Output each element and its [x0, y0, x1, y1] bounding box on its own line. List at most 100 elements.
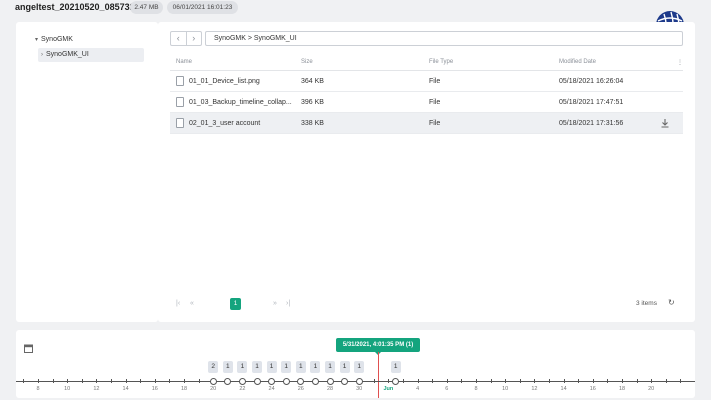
version-count-badge[interactable]: 1: [325, 361, 335, 373]
backup-timeline[interactable]: 5/31/2021, 4:01:35 PM (1) 8 10 12 14 16 18 20 2…: [16, 330, 695, 398]
version-count-badge[interactable]: 1: [252, 361, 262, 373]
timeline-tick: [154, 379, 156, 383]
timeline-tick: [665, 379, 667, 383]
column-file-type[interactable]: File Type: [429, 59, 453, 65]
timeline-tick-label: 30: [356, 386, 363, 392]
timeline-tick: [549, 379, 550, 383]
timeline-tick: [534, 379, 536, 383]
tree-item-root[interactable]: ▾ SynoGMK: [35, 36, 73, 43]
refresh-icon[interactable]: ↻: [668, 298, 675, 307]
timeline-tick-label: 28: [326, 386, 334, 392]
datetime-badge: 06/01/2021 16:01:23: [167, 1, 238, 14]
timeline-tick: [519, 379, 521, 383]
file-icon: [176, 118, 184, 128]
timeline-tick: [607, 379, 609, 383]
file-table: Name Size File Type Modified Date ⋮ 01_0…: [170, 55, 683, 134]
backup-version-node[interactable]: [297, 378, 305, 385]
table-row[interactable]: 01_01_Device_list.png 364 KB File 05/18/…: [170, 71, 683, 92]
timeline-tick-label: 24: [268, 386, 275, 392]
version-count-badge[interactable]: 1: [222, 361, 233, 373]
pagination: |‹ « 1 » ›| 3 items ↻: [170, 298, 683, 312]
backup-version-node[interactable]: [238, 378, 246, 385]
backup-version-node[interactable]: [253, 378, 261, 385]
timeline-tick: [651, 379, 653, 383]
prev-page-icon[interactable]: «: [190, 300, 194, 307]
next-page-icon[interactable]: »: [273, 300, 277, 307]
version-count-badge[interactable]: 2: [208, 361, 219, 373]
backup-version-node[interactable]: [355, 378, 363, 385]
version-count-badge[interactable]: 1: [339, 361, 350, 373]
column-name[interactable]: Name: [176, 59, 192, 65]
version-count-badge[interactable]: 1: [390, 361, 401, 373]
column-options-icon[interactable]: ⋮: [677, 59, 683, 66]
path-bar[interactable]: SynoGMK > SynoGMK_UI: [205, 31, 683, 46]
file-size: 364 KB: [301, 78, 324, 85]
backup-title: angeltest_20210520_085732: [15, 2, 135, 12]
file-browser-panel: ‹ › SynoGMK > SynoGMK_UI Name Size File …: [158, 22, 695, 322]
timeline-tick-label: Jun: [383, 386, 394, 392]
chevron-right-icon[interactable]: ›: [187, 32, 202, 45]
table-header: Name Size File Type Modified Date ⋮: [170, 55, 683, 71]
timeline-tick: [52, 379, 54, 383]
timeline-tick-label: 20: [210, 386, 217, 392]
table-row-selected[interactable]: 02_01_3_user account 338 KB File 05/18/2…: [170, 113, 683, 134]
timeline-tick: [81, 379, 83, 383]
file-type: File: [429, 120, 441, 127]
timeline-tick-label: 6: [445, 386, 449, 392]
backup-version-node[interactable]: [392, 378, 400, 385]
version-count-badge[interactable]: 1: [266, 361, 277, 373]
backup-version-node[interactable]: [209, 378, 217, 385]
table-row[interactable]: 01_03_Backup_timeline_collap... 396 KB F…: [170, 92, 683, 113]
file-icon: [176, 97, 184, 107]
backup-version-node[interactable]: [224, 378, 232, 385]
timeline-tick-label: 8: [36, 386, 40, 392]
version-count-badge[interactable]: 1: [281, 361, 292, 373]
backup-version-node[interactable]: [268, 378, 276, 385]
file-name: 01_03_Backup_timeline_collap...: [189, 99, 292, 106]
timeline-tick-label: 14: [560, 386, 567, 392]
first-page-icon[interactable]: |‹: [176, 300, 180, 307]
timeline-tick: [184, 379, 185, 383]
selected-version-tooltip: 5/31/2021, 4:01:35 PM (1): [336, 338, 420, 355]
file-icon: [176, 76, 184, 86]
column-modified-date[interactable]: Modified Date: [559, 59, 596, 65]
item-count: 3 items: [636, 300, 657, 307]
timeline-tick: [476, 379, 477, 383]
current-page[interactable]: 1: [230, 298, 241, 310]
backup-version-node[interactable]: [341, 378, 349, 385]
backup-version-node[interactable]: [326, 378, 334, 385]
timeline-tick: [461, 379, 463, 383]
timeline-tick: [636, 379, 638, 383]
timeline-tick: [563, 379, 565, 383]
caret-right-icon[interactable]: ›: [41, 48, 43, 62]
timeline-tick-label: 22: [239, 386, 246, 392]
backup-version-node[interactable]: [282, 378, 290, 385]
timeline-tick: [38, 379, 39, 383]
timeline-tick: [505, 379, 507, 383]
calendar-icon[interactable]: [24, 344, 33, 353]
file-date: 05/18/2021 17:31:56: [559, 120, 624, 127]
timeline-tick: [490, 379, 492, 383]
file-date: 05/18/2021 16:26:04: [559, 78, 624, 85]
version-count-badge[interactable]: 1: [237, 361, 248, 373]
timeline-tick-label: 14: [122, 386, 129, 392]
tree-item-selected[interactable]: › SynoGMK_UI: [38, 48, 144, 62]
last-page-icon[interactable]: ›|: [286, 300, 290, 307]
timeline-tick-label: 8: [474, 386, 478, 392]
file-date: 05/18/2021 17:47:51: [559, 99, 624, 106]
timeline-tick: [140, 379, 142, 383]
column-size[interactable]: Size: [301, 59, 313, 65]
download-icon[interactable]: [660, 118, 670, 128]
nav-buttons: ‹ ›: [170, 31, 202, 46]
version-count-badge[interactable]: 1: [310, 361, 321, 373]
version-count-badge[interactable]: 1: [354, 361, 365, 373]
version-count-badge[interactable]: 1: [295, 361, 306, 373]
header: angeltest_20210520_085732 2.47 MB 06/01/…: [0, 0, 711, 16]
timeline-tick-label: 12: [93, 386, 100, 392]
timeline-tick-label: 26: [297, 386, 304, 392]
file-type: File: [429, 99, 441, 106]
chevron-left-icon[interactable]: ‹: [171, 32, 187, 45]
timeline-tick: [373, 379, 375, 383]
backup-version-node[interactable]: [311, 378, 319, 385]
caret-down-icon[interactable]: ▾: [35, 36, 38, 43]
